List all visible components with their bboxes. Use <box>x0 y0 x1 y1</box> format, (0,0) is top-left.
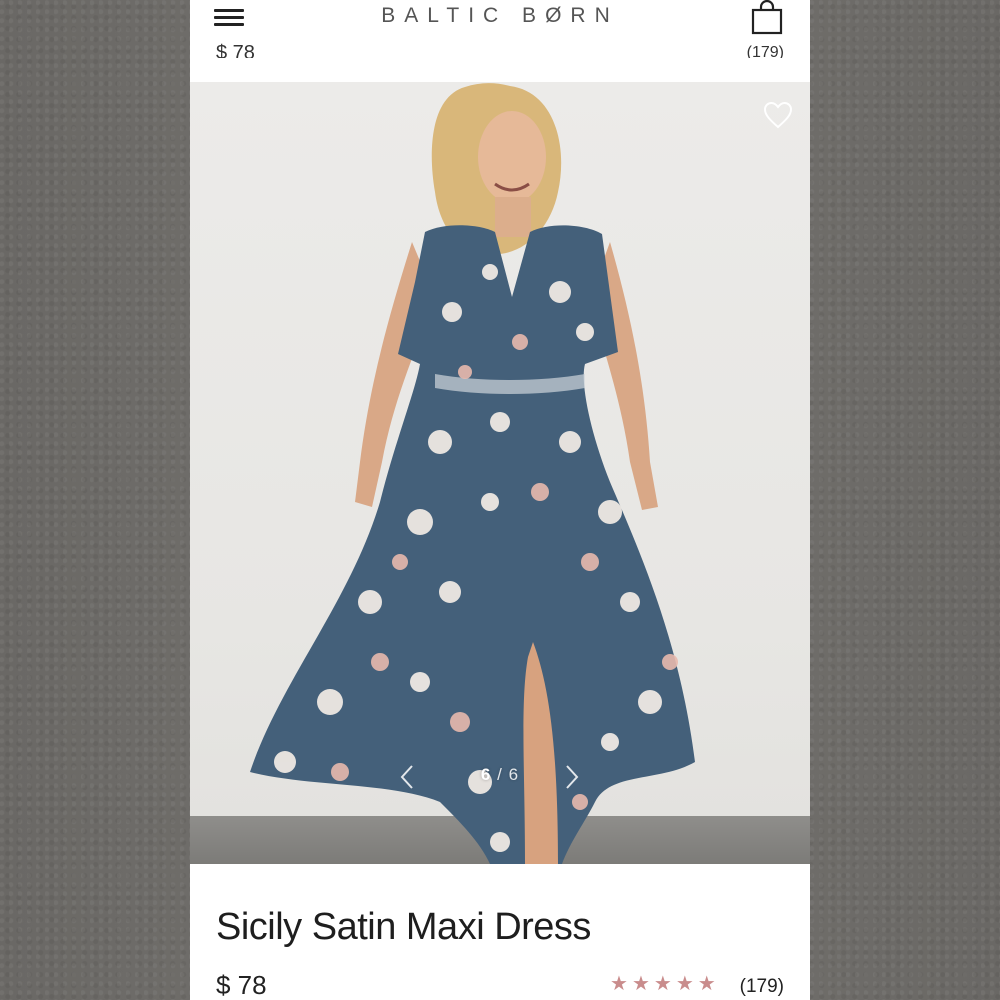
gallery-total: 6 <box>508 765 520 784</box>
gallery-counter: 6 / 6 <box>190 765 810 785</box>
gallery-current-index: 6 <box>480 765 492 784</box>
rating-stars[interactable]: ★ ★ ★ ★ ★ <box>610 974 716 994</box>
gallery-separator: / <box>497 765 503 784</box>
heart-outline-icon[interactable] <box>762 100 794 130</box>
star-icon: ★ <box>610 973 628 995</box>
brand-logo[interactable]: BALTIC BØRN <box>190 4 810 28</box>
shopping-bag-icon[interactable] <box>750 0 784 36</box>
scroll-overlap-mask <box>190 58 810 82</box>
product-price: $ 78 <box>216 970 267 1000</box>
chevron-right-icon[interactable] <box>560 762 584 792</box>
phone-screen: BALTIC BØRN $ 78 (179) 6 / 6 Sicily Sati… <box>190 0 810 1000</box>
star-icon: ★ <box>631 973 650 995</box>
site-header: BALTIC BØRN $ 78 (179) <box>190 0 810 82</box>
review-count[interactable]: (179) <box>740 976 784 998</box>
product-title: Sicily Satin Maxi Dress <box>216 906 591 948</box>
product-photo-model <box>250 83 695 864</box>
product-image-gallery[interactable]: 6 / 6 <box>190 82 810 864</box>
star-icon: ★ <box>675 973 694 995</box>
star-icon: ★ <box>653 973 672 995</box>
star-icon: ★ <box>697 973 716 995</box>
